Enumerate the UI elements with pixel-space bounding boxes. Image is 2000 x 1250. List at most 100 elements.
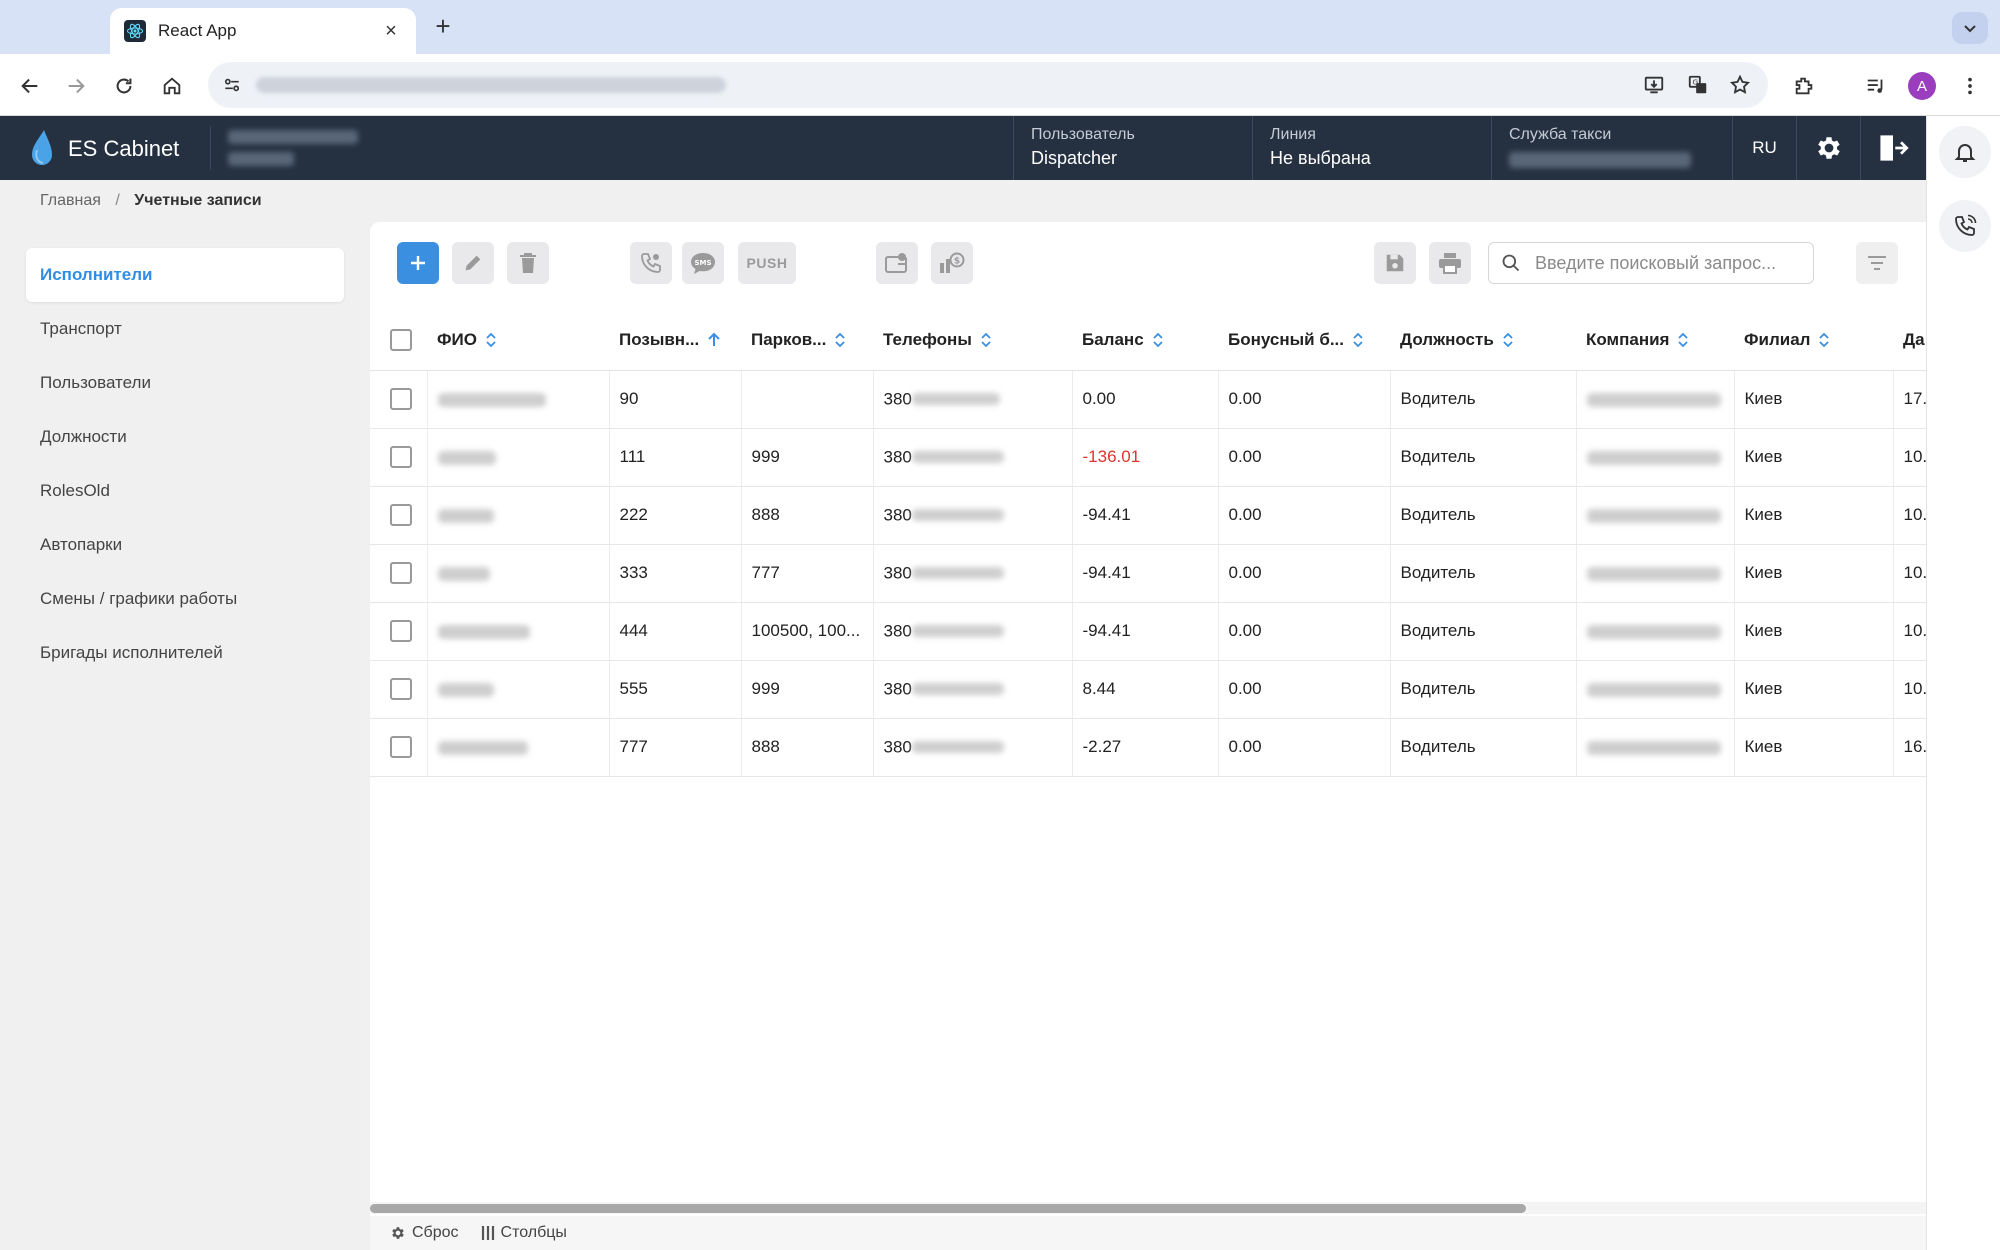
search-input[interactable] [1535,252,1795,274]
taxi-service-selector[interactable]: Служба такси [1509,126,1691,168]
edit-button[interactable] [452,242,494,284]
notifications-button[interactable] [1939,126,1991,178]
horizontal-scrollbar[interactable] [370,1202,1926,1214]
sidebar-item-brigades[interactable]: Бригады исполнителей [26,626,344,680]
column-header[interactable]: Баланс [1072,310,1218,371]
reload-button[interactable] [108,70,140,102]
row-select-cell [370,602,428,661]
cell-name [427,602,610,661]
row-checkbox[interactable] [390,388,412,410]
tab-search-button[interactable] [1952,12,1988,44]
profile-avatar[interactable]: A [1908,72,1936,100]
table-row[interactable]: 90 380 0.00 0.00 Водитель Киев 17. [370,370,1926,429]
sidebar-item-shifts[interactable]: Смены / графики работы [26,572,344,626]
row-checkbox[interactable] [390,736,412,758]
bonus-button[interactable]: $ [931,242,973,284]
executors-table: ФИО Позывн... Парков... Телефоны Баланс … [370,310,1926,1170]
row-checkbox[interactable] [390,678,412,700]
divider [1252,116,1253,180]
home-button[interactable] [156,70,188,102]
delete-button[interactable] [507,242,549,284]
row-checkbox[interactable] [390,620,412,642]
column-header[interactable]: Компания [1576,310,1734,371]
breadcrumb-home[interactable]: Главная [40,192,101,209]
phone-redacted [911,567,1004,580]
table-row[interactable]: 111 999 380 -136.01 0.00 Водитель Киев 10. [370,428,1926,487]
phone-call-icon [1955,214,1977,236]
tab-close-icon[interactable]: × [380,20,402,43]
browser-menu-icon[interactable] [1954,70,1986,102]
line-selector[interactable]: Линия Не выбрана [1270,126,1371,169]
columns-icon [481,1226,494,1240]
columns-button[interactable]: Столбцы [481,1224,567,1242]
select-all-checkbox[interactable] [390,328,412,351]
table-row[interactable]: 444 100500, 100... 380 -94.41 0.00 Водитель Ки… [370,602,1926,661]
cell-balance: -94.41 [1072,602,1219,661]
column-header[interactable]: Филиал [1734,310,1893,371]
translate-icon[interactable]: G [1682,69,1714,101]
main-panel: SMS PUSH $ ФИО Позывн... Пар [370,222,1926,1250]
table-row[interactable]: 222 888 380 -94.41 0.00 Водитель Киев 10. [370,486,1926,545]
app-brand[interactable]: ES Cabinet [68,136,179,162]
sidebar-item-positions[interactable]: Должности [26,410,344,464]
company-redacted [1586,508,1721,523]
logout-button[interactable] [1860,116,1924,180]
scrollbar-thumb[interactable] [370,1204,1526,1213]
sms-button[interactable]: SMS [682,242,724,284]
sort-ascending-icon [708,332,720,347]
cell-park: 999 [741,428,874,487]
row-checkbox[interactable] [390,504,412,526]
forward-button[interactable] [60,70,92,102]
new-tab-button[interactable]: + [428,12,458,42]
column-header[interactable]: Да [1893,310,1926,371]
sidebar-item-fleets[interactable]: Автопарки [26,518,344,572]
wallet-button[interactable] [876,242,918,284]
calls-button[interactable] [1939,200,1991,252]
column-header[interactable]: Парков... [741,310,873,371]
row-checkbox[interactable] [390,446,412,468]
cell-park: 888 [741,486,874,545]
push-button[interactable]: PUSH [738,242,796,284]
svg-text:$: $ [954,257,960,267]
reset-button[interactable]: Сброс [390,1224,459,1242]
user-info[interactable]: Пользователь Dispatcher [1031,126,1135,169]
install-app-icon[interactable] [1638,69,1670,101]
sidebar-item-executors[interactable]: Исполнители [26,248,344,302]
browser-tab[interactable]: React App × [110,8,416,54]
gear-icon [1817,137,1840,159]
media-control-icon[interactable] [1860,70,1892,102]
cell-date: 10. [1893,486,1926,545]
site-info-icon[interactable] [216,69,248,101]
table-row[interactable]: 555 999 380 8.44 0.00 Водитель Киев 10. [370,660,1926,719]
bookmark-star-icon[interactable] [1724,69,1756,101]
row-checkbox[interactable] [390,562,412,584]
column-header[interactable]: Телефоны [873,310,1072,371]
sidebar-item-transport[interactable]: Транспорт [26,302,344,356]
cell-company [1576,544,1735,603]
column-header[interactable]: Должность [1390,310,1576,371]
language-button[interactable]: RU [1732,116,1796,180]
cell-phone: 380 [873,428,1073,487]
extensions-icon[interactable] [1788,70,1820,102]
column-header[interactable]: ФИО [427,310,609,371]
address-bar[interactable]: G [208,62,1768,108]
table-row[interactable]: 333 777 380 -94.41 0.00 Водитель Киев 10. [370,544,1926,603]
trash-icon [520,253,536,273]
table-row[interactable]: 777 888 380 -2.27 0.00 Водитель Киев 16. [370,718,1926,777]
back-button[interactable] [14,70,46,102]
filter-button[interactable] [1856,242,1898,284]
column-header[interactable]: Бонусный б... [1218,310,1390,371]
cell-callsign: 90 [609,370,742,429]
column-header[interactable]: Позывн... [609,310,741,371]
name-redacted [437,392,546,407]
call-button[interactable] [630,242,672,284]
save-button[interactable] [1374,242,1416,284]
phone-prefix: 380 [883,505,912,525]
settings-button[interactable] [1796,116,1860,180]
floppy-icon [1386,254,1404,272]
pencil-icon [465,255,481,271]
sidebar-item-users[interactable]: Пользователи [26,356,344,410]
print-button[interactable] [1429,242,1471,284]
add-button[interactable] [397,242,439,284]
sidebar-item-roles-old[interactable]: RolesOld [26,464,344,518]
